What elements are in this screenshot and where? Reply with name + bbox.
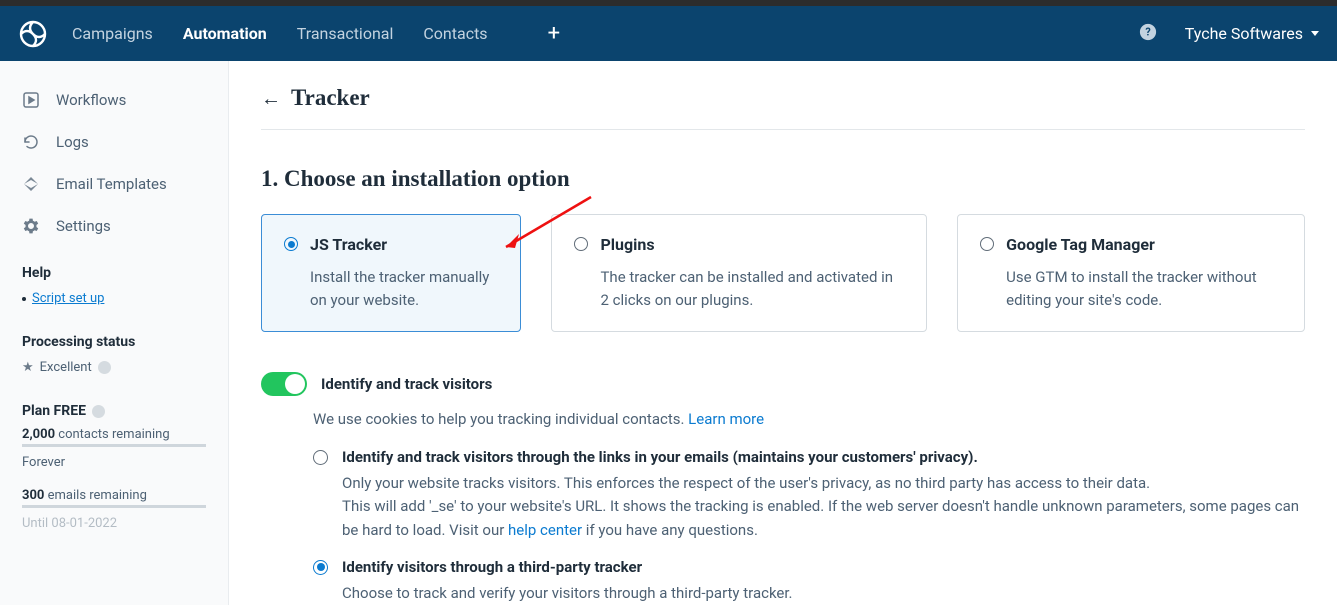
nav-contacts[interactable]: Contacts bbox=[423, 24, 487, 43]
gear-icon bbox=[22, 217, 40, 235]
processing-status-value: Excellent bbox=[40, 360, 92, 375]
forever-label: Forever bbox=[22, 455, 206, 470]
sidebar-item-workflows[interactable]: Workflows bbox=[0, 79, 228, 121]
info-icon[interactable] bbox=[92, 405, 105, 418]
email-icon bbox=[22, 175, 40, 193]
toggle-label: Identify and track visitors bbox=[321, 375, 492, 393]
back-arrow-icon[interactable]: ← bbox=[261, 86, 281, 111]
radio-icon bbox=[980, 237, 994, 251]
top-navigation: Campaigns Automation Transactional Conta… bbox=[0, 6, 1337, 61]
brand-logo[interactable] bbox=[18, 19, 48, 49]
help-center-link[interactable]: help center bbox=[508, 521, 582, 539]
sidebar-item-settings[interactable]: Settings bbox=[0, 205, 228, 247]
chevron-down-icon bbox=[1311, 31, 1319, 36]
cookie-info-text: We use cookies to help you tracking indi… bbox=[313, 410, 1305, 428]
sidebar-label: Workflows bbox=[56, 91, 126, 109]
card-title: Google Tag Manager bbox=[1006, 235, 1282, 254]
page-title: Tracker bbox=[291, 85, 370, 111]
nav-transactional[interactable]: Transactional bbox=[297, 24, 394, 43]
svg-text:?: ? bbox=[1145, 25, 1150, 38]
card-desc: Install the tracker manually on your web… bbox=[310, 266, 498, 311]
option-title: Identify visitors through a third-party … bbox=[342, 558, 1305, 576]
option-title: Identify and track visitors through the … bbox=[342, 448, 1305, 466]
help-heading: Help bbox=[22, 265, 206, 281]
main-content: ← Tracker 1. Choose an installation opti… bbox=[229, 61, 1337, 605]
nav-add-icon[interactable]: + bbox=[548, 21, 560, 46]
radio-icon bbox=[313, 560, 328, 575]
option-desc: Choose to track and verify your visitors… bbox=[342, 582, 1305, 605]
workflow-icon bbox=[22, 91, 40, 109]
account-dropdown[interactable]: Tyche Softwares bbox=[1185, 24, 1319, 43]
logs-icon bbox=[22, 133, 40, 151]
emails-remaining: 300 emails remaining bbox=[22, 488, 206, 503]
tracking-option-email-links[interactable]: Identify and track visitors through the … bbox=[313, 448, 1305, 542]
info-icon[interactable] bbox=[98, 361, 111, 374]
install-option-js-tracker[interactable]: JS Tracker Install the tracker manually … bbox=[261, 214, 521, 332]
check-icon: ✓ bbox=[267, 376, 276, 389]
help-link-script-setup[interactable]: Script set up bbox=[32, 291, 104, 306]
radio-icon bbox=[284, 237, 298, 251]
emails-progress bbox=[22, 505, 206, 508]
learn-more-link[interactable]: Learn more bbox=[688, 410, 764, 428]
sidebar: Workflows Logs Email Templates Settings … bbox=[0, 61, 229, 605]
install-option-plugins[interactable]: Plugins The tracker can be installed and… bbox=[551, 214, 927, 332]
tracking-option-third-party[interactable]: Identify visitors through a third-party … bbox=[313, 558, 1305, 605]
sidebar-item-logs[interactable]: Logs bbox=[0, 121, 228, 163]
card-title: Plugins bbox=[600, 235, 904, 254]
identify-visitors-toggle[interactable]: ✓ bbox=[261, 372, 307, 396]
until-label: Until 08-01-2022 bbox=[22, 516, 206, 531]
bullet-icon bbox=[22, 297, 26, 301]
contacts-progress bbox=[22, 444, 206, 447]
contacts-remaining: 2,000 contacts remaining bbox=[22, 427, 206, 442]
sidebar-label: Settings bbox=[56, 217, 111, 235]
radio-icon bbox=[574, 237, 588, 251]
nav-automation[interactable]: Automation bbox=[183, 24, 267, 43]
processing-status-heading: Processing status bbox=[22, 334, 206, 350]
card-desc: Use GTM to install the tracker without e… bbox=[1006, 266, 1282, 311]
plan-label: Plan FREE bbox=[22, 403, 86, 419]
sidebar-item-email-templates[interactable]: Email Templates bbox=[0, 163, 228, 205]
card-desc: The tracker can be installed and activat… bbox=[600, 266, 904, 311]
radio-icon bbox=[313, 450, 328, 465]
section-heading: 1. Choose an installation option bbox=[261, 166, 1305, 192]
help-icon[interactable]: ? bbox=[1139, 23, 1157, 45]
toggle-knob bbox=[285, 374, 305, 394]
card-title: JS Tracker bbox=[310, 235, 498, 254]
account-name: Tyche Softwares bbox=[1185, 24, 1303, 43]
sidebar-label: Email Templates bbox=[56, 175, 167, 193]
nav-campaigns[interactable]: Campaigns bbox=[72, 24, 153, 43]
install-option-gtm[interactable]: Google Tag Manager Use GTM to install th… bbox=[957, 214, 1305, 332]
sidebar-label: Logs bbox=[56, 133, 89, 151]
star-icon: ★ bbox=[22, 360, 34, 375]
option-desc: Only your website tracks visitors. This … bbox=[342, 472, 1305, 542]
